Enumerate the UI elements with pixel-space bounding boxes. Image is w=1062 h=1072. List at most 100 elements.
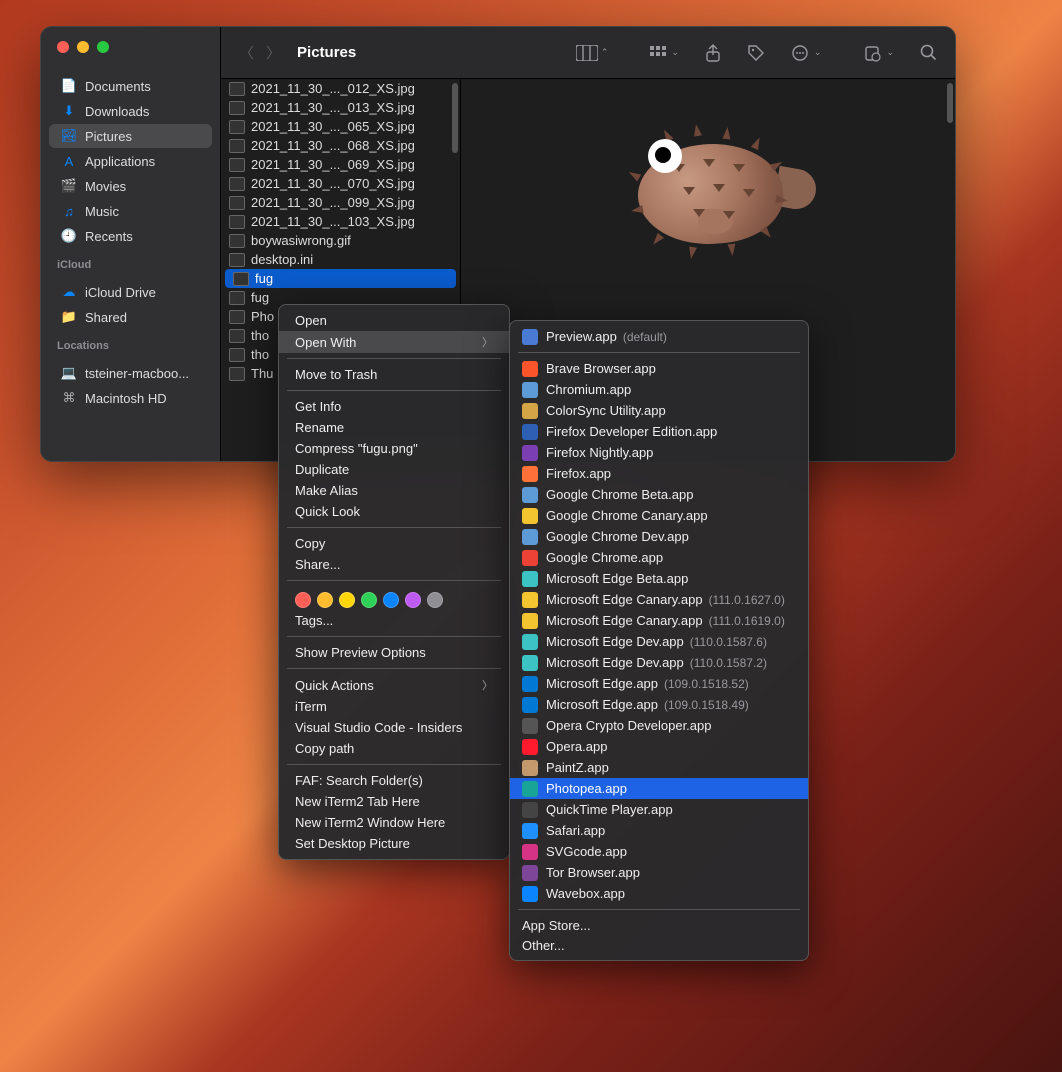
tag-color[interactable] — [427, 592, 443, 608]
open-with-app[interactable]: Microsoft Edge Dev.app(110.0.1587.6) — [510, 631, 808, 652]
open-with-app[interactable]: Firefox Nightly.app — [510, 442, 808, 463]
open-with-app[interactable]: Google Chrome.app — [510, 547, 808, 568]
open-with-app[interactable]: Microsoft Edge Canary.app(111.0.1627.0) — [510, 589, 808, 610]
scrollbar-thumb[interactable] — [947, 83, 953, 123]
open-with-app-store[interactable]: App Store... — [510, 915, 808, 935]
ctx-vscode[interactable]: Visual Studio Code - Insiders — [279, 717, 509, 738]
ctx-share[interactable]: Share... — [279, 554, 509, 575]
ctx-make-alias[interactable]: Make Alias — [279, 480, 509, 501]
close-button[interactable] — [57, 41, 69, 53]
more-icon[interactable]: ⌄ — [785, 40, 828, 66]
file-row[interactable]: 2021_11_30_..._012_XS.jpg — [221, 79, 460, 98]
share-icon[interactable] — [699, 40, 727, 66]
open-with-app[interactable]: Microsoft Edge Canary.app(111.0.1619.0) — [510, 610, 808, 631]
open-with-default[interactable]: Preview.app (default) — [510, 326, 808, 347]
open-with-app[interactable]: Microsoft Edge.app(109.0.1518.49) — [510, 694, 808, 715]
sidebar-item-tsteiner-macboo-[interactable]: 💻tsteiner-macboo... — [49, 361, 212, 385]
open-with-app[interactable]: Firefox Developer Edition.app — [510, 421, 808, 442]
sidebar-item-label: iCloud Drive — [85, 285, 156, 300]
open-with-app[interactable]: QuickTime Player.app — [510, 799, 808, 820]
open-with-app[interactable]: Photopea.app — [510, 778, 808, 799]
open-with-app[interactable]: Tor Browser.app — [510, 862, 808, 883]
sidebar-item-pictures[interactable]: 🏞Pictures — [49, 124, 212, 148]
file-row[interactable]: 2021_11_30_..._099_XS.jpg — [221, 193, 460, 212]
tag-color[interactable] — [317, 592, 333, 608]
tag-color[interactable] — [295, 592, 311, 608]
ctx-open-with[interactable]: Open With〉 — [279, 331, 509, 353]
ctx-move-to-trash[interactable]: Move to Trash — [279, 364, 509, 385]
open-with-app[interactable]: SVGcode.app — [510, 841, 808, 862]
sidebar-item-macintosh-hd[interactable]: ⌘Macintosh HD — [49, 386, 212, 410]
ctx-compress[interactable]: Compress "fugu.png" — [279, 438, 509, 459]
sidebar-item-recents[interactable]: 🕘Recents — [49, 224, 212, 248]
open-with-app[interactable]: Brave Browser.app — [510, 358, 808, 379]
ctx-rename[interactable]: Rename — [279, 417, 509, 438]
ctx-tags[interactable]: Tags... — [279, 610, 509, 631]
open-with-app[interactable]: Firefox.app — [510, 463, 808, 484]
ctx-copy[interactable]: Copy — [279, 533, 509, 554]
tag-color[interactable] — [405, 592, 421, 608]
tag-color[interactable] — [383, 592, 399, 608]
open-with-app[interactable]: Google Chrome Dev.app — [510, 526, 808, 547]
ctx-set-desktop[interactable]: Set Desktop Picture — [279, 833, 509, 854]
open-with-other[interactable]: Other... — [510, 935, 808, 955]
sidebar-item-documents[interactable]: 📄Documents — [49, 74, 212, 98]
sidebar-item-downloads[interactable]: ⬇︎Downloads — [49, 99, 212, 123]
tag-color[interactable] — [361, 592, 377, 608]
open-with-app[interactable]: Microsoft Edge.app(109.0.1518.52) — [510, 673, 808, 694]
file-row[interactable]: 2021_11_30_..._103_XS.jpg — [221, 212, 460, 231]
file-name: desktop.ini — [251, 252, 313, 267]
ctx-copy-path[interactable]: Copy path — [279, 738, 509, 759]
open-with-app[interactable]: Wavebox.app — [510, 883, 808, 904]
open-with-app[interactable]: Google Chrome Canary.app — [510, 505, 808, 526]
fullscreen-button[interactable] — [97, 41, 109, 53]
file-row[interactable]: 2021_11_30_..._013_XS.jpg — [221, 98, 460, 117]
app-name: PaintZ.app — [546, 760, 609, 775]
ctx-open[interactable]: Open — [279, 310, 509, 331]
open-with-app[interactable]: PaintZ.app — [510, 757, 808, 778]
minimize-button[interactable] — [77, 41, 89, 53]
file-row[interactable]: 2021_11_30_..._065_XS.jpg — [221, 117, 460, 136]
open-with-app[interactable]: Opera.app — [510, 736, 808, 757]
ctx-iterm[interactable]: iTerm — [279, 696, 509, 717]
tag-icon[interactable] — [741, 40, 771, 66]
sidebar-item-applications[interactable]: AApplications — [49, 149, 212, 173]
search-icon[interactable] — [914, 40, 943, 65]
open-with-app[interactable]: ColorSync Utility.app — [510, 400, 808, 421]
ctx-quick-actions[interactable]: Quick Actions〉 — [279, 674, 509, 696]
ctx-get-info[interactable]: Get Info — [279, 396, 509, 417]
file-row[interactable]: 2021_11_30_..._069_XS.jpg — [221, 155, 460, 174]
group-icon[interactable]: ⌄ — [644, 42, 685, 64]
open-with-app[interactable]: Google Chrome Beta.app — [510, 484, 808, 505]
open-with-app[interactable]: Microsoft Edge Dev.app(110.0.1587.2) — [510, 652, 808, 673]
file-row[interactable]: 2021_11_30_..._070_XS.jpg — [221, 174, 460, 193]
tag-color[interactable] — [339, 592, 355, 608]
sidebar-item-music[interactable]: ♫Music — [49, 199, 212, 223]
sidebar-item-label: Applications — [85, 154, 155, 169]
trash-icon[interactable]: ⌄ — [857, 40, 900, 66]
app-icon — [522, 466, 538, 482]
open-with-submenu: Preview.app (default) Brave Browser.appC… — [509, 320, 809, 961]
open-with-app[interactable]: Microsoft Edge Beta.app — [510, 568, 808, 589]
open-with-app[interactable]: Chromium.app — [510, 379, 808, 400]
ctx-new-iterm-tab[interactable]: New iTerm2 Tab Here — [279, 791, 509, 812]
ctx-show-preview-options[interactable]: Show Preview Options — [279, 642, 509, 663]
ctx-faf[interactable]: FAF: Search Folder(s) — [279, 770, 509, 791]
context-menu: Open Open With〉 Move to Trash Get Info R… — [278, 304, 510, 860]
file-row[interactable]: boywasiwrong.gif — [221, 231, 460, 250]
file-row[interactable]: fug — [225, 269, 456, 288]
ctx-duplicate[interactable]: Duplicate — [279, 459, 509, 480]
view-columns-icon[interactable]: ⌃ — [570, 41, 615, 65]
file-row[interactable]: 2021_11_30_..._068_XS.jpg — [221, 136, 460, 155]
sidebar-item-movies[interactable]: 🎬Movies — [49, 174, 212, 198]
sidebar-item-shared[interactable]: 📁Shared — [49, 305, 212, 329]
open-with-app[interactable]: Opera Crypto Developer.app — [510, 715, 808, 736]
sidebar-item-icloud-drive[interactable]: ☁︎iCloud Drive — [49, 280, 212, 304]
ctx-new-iterm-window[interactable]: New iTerm2 Window Here — [279, 812, 509, 833]
open-with-app[interactable]: Safari.app — [510, 820, 808, 841]
back-button[interactable]: 〈 — [233, 38, 260, 67]
scrollbar-thumb[interactable] — [452, 83, 458, 153]
forward-button[interactable]: 〉 — [260, 38, 287, 67]
file-row[interactable]: desktop.ini — [221, 250, 460, 269]
ctx-quick-look[interactable]: Quick Look — [279, 501, 509, 522]
